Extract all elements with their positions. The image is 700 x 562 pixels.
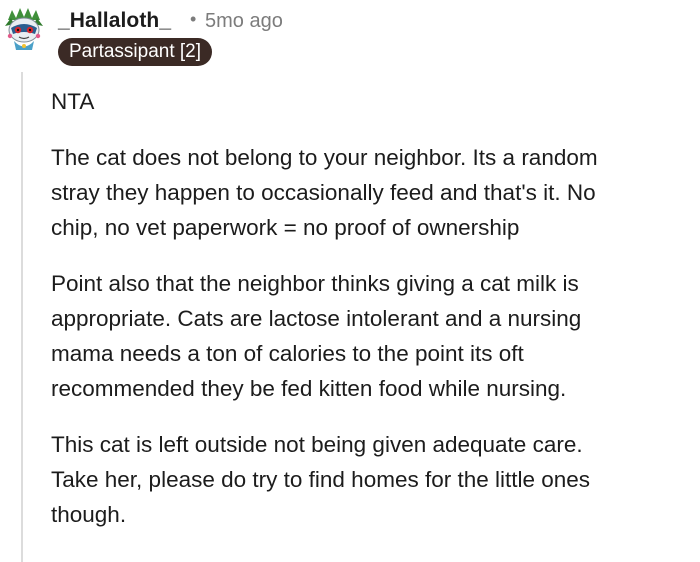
user-avatar[interactable] xyxy=(2,6,46,52)
comment-paragraph: This cat is left outside not being given… xyxy=(51,432,591,527)
comment-timestamp[interactable]: 5mo ago xyxy=(205,10,283,33)
comment-body: NTA The cat does not belong to your neig… xyxy=(51,84,691,553)
snoo-avatar-icon xyxy=(5,8,43,50)
comment-paragraph: NTA xyxy=(51,89,95,114)
username-link[interactable]: _Hallaloth_ xyxy=(58,9,171,33)
comment: _Hallaloth_ • 5mo ago Partassipant [2] N… xyxy=(0,0,700,562)
comment-paragraph: Point also that the neighbor thinks givi… xyxy=(51,271,582,401)
comment-paragraph: The cat does not belong to your neighbor… xyxy=(51,145,598,240)
meta-separator: • xyxy=(190,9,197,29)
thread-collapse-line[interactable] xyxy=(21,72,23,562)
user-flair-badge: Partassipant [2] xyxy=(58,38,213,66)
